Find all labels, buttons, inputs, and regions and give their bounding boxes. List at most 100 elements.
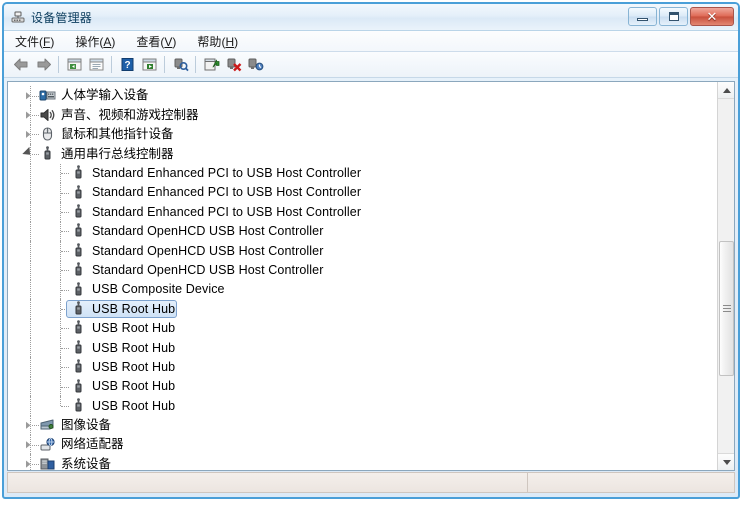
hid-device-icon (39, 88, 56, 104)
tree-guide-line (30, 260, 31, 280)
tree-device-row[interactable]: Standard OpenHCD USB Host Controller (8, 221, 717, 242)
tree-node-label: USB Root Hub (92, 379, 176, 394)
maximize-button[interactable] (659, 7, 688, 26)
tree-expand-toggle[interactable] (22, 439, 34, 451)
tree-row-content: Standard Enhanced PCI to USB Host Contro… (70, 164, 361, 183)
tree-connector (61, 347, 69, 349)
device-manager-window: 设备管理器 ✕ 文件(F) 操作(A) 查看(V) 帮助(H) ? 人体学输入设… (2, 2, 740, 499)
tree-category-row[interactable]: 鼠标和其他指针设备 (8, 124, 717, 145)
vertical-scrollbar[interactable] (717, 82, 734, 470)
tree-row-content: USB Root Hub (70, 338, 175, 357)
tree-connector (61, 212, 69, 214)
tree-expand-toggle[interactable] (22, 458, 34, 470)
tree-row-content: USB Root Hub (70, 377, 175, 396)
back-button[interactable] (10, 54, 32, 75)
tree-row-content: 图像设备 (39, 416, 111, 435)
close-button[interactable]: ✕ (690, 7, 734, 26)
tree-node-label: USB Composite Device (92, 282, 225, 297)
window-title: 设备管理器 (31, 10, 93, 25)
tree-node-label: USB Root Hub (92, 301, 176, 316)
tree-node-label: Standard OpenHCD USB Host Controller (92, 243, 324, 258)
tree-row-content: USB Root Hub (70, 357, 175, 376)
tree-device-row[interactable]: Standard OpenHCD USB Host Controller (8, 260, 717, 280)
tree-node-label: Standard Enhanced PCI to USB Host Contro… (92, 166, 362, 180)
triangle-right-icon (26, 111, 31, 119)
tree-device-row[interactable]: Standard Enhanced PCI to USB Host Contro… (8, 202, 717, 222)
tree-guide-line (30, 376, 31, 397)
disable-device-button[interactable] (222, 54, 244, 75)
tree-expand-toggle[interactable] (22, 128, 34, 140)
help-button[interactable]: ? (116, 54, 138, 75)
tree-node-label: Standard OpenHCD USB Host Controller (92, 262, 324, 277)
scan-hardware-changes-button[interactable] (169, 54, 191, 75)
close-icon: ✕ (706, 9, 718, 24)
triangle-right-icon (26, 421, 31, 429)
uninstall-device-button[interactable] (244, 54, 266, 75)
tree-device-row[interactable]: Standard Enhanced PCI to USB Host Contro… (8, 163, 717, 183)
properties-button[interactable] (85, 54, 107, 75)
tree-device-row[interactable]: USB Composite Device (8, 279, 717, 300)
scroll-down-button[interactable] (718, 453, 734, 470)
tree-guide-line (30, 396, 31, 416)
tree-guide-line (30, 221, 31, 242)
update-driver-button[interactable] (200, 54, 222, 75)
usb-controller-icon (39, 146, 56, 162)
tree-expand-toggle[interactable] (22, 419, 34, 431)
tree-device-row[interactable]: USB Root Hub (8, 338, 717, 358)
tree-device-row[interactable]: Standard OpenHCD USB Host Controller (8, 241, 717, 261)
menu-file[interactable]: 文件(F) (15, 31, 63, 52)
status-bar (7, 472, 735, 493)
tree-expand-toggle[interactable] (22, 109, 34, 121)
scrollbar-thumb[interactable] (719, 241, 734, 376)
tree-collapse-toggle[interactable] (22, 146, 34, 160)
triangle-right-icon (26, 130, 31, 138)
tree-device-row[interactable]: USB Root Hub (8, 396, 717, 416)
tree-device-row[interactable]: USB Root Hub (8, 357, 717, 377)
update-driver-icon (204, 58, 219, 71)
toolbar-separator-1 (58, 56, 59, 73)
tree-category-row[interactable]: 人体学输入设备 (8, 86, 717, 106)
tree-node-label: USB Root Hub (92, 359, 176, 374)
console-button[interactable] (138, 54, 160, 75)
tree-connector (61, 192, 69, 194)
tree-device-row[interactable]: USB Root Hub (8, 318, 717, 339)
tree-category-row[interactable]: 声音、视频和游戏控制器 (8, 105, 717, 125)
tree-category-row[interactable]: 图像设备 (8, 415, 717, 436)
tree-category-row[interactable]: 系统设备 (8, 454, 717, 470)
device-tree[interactable]: 人体学输入设备 声音、视频和游戏控制器 鼠标和其他指针设备 通用串行总线控制器 Stan… (8, 82, 717, 470)
tree-expand-toggle[interactable] (22, 90, 34, 102)
menu-help[interactable]: 帮助(H) (197, 31, 247, 52)
tree-row-content: Standard OpenHCD USB Host Controller (70, 222, 323, 241)
triangle-down-icon (22, 146, 34, 159)
arrow-left-icon (13, 58, 27, 71)
scroll-up-button[interactable] (718, 82, 734, 99)
toolbar-separator-4 (195, 56, 196, 73)
console-play-icon (142, 58, 156, 71)
forward-button[interactable] (32, 54, 54, 75)
tree-row-content: USB Composite Device (70, 280, 225, 299)
usb-device-icon (70, 378, 87, 395)
menu-file-accel: F (43, 34, 51, 49)
tree-row-content: 人体学输入设备 (39, 86, 149, 105)
minimize-button[interactable] (628, 7, 657, 26)
uninstall-device-icon (248, 58, 263, 71)
tree-category-row[interactable]: 网络适配器 (8, 435, 717, 455)
tree-node-label: 图像设备 (61, 418, 112, 433)
tree-category-row[interactable]: 通用串行总线控制器 (8, 144, 717, 164)
menu-action[interactable]: 操作(A) (75, 31, 124, 52)
tree-device-row[interactable]: Standard Enhanced PCI to USB Host Contro… (8, 182, 717, 203)
imaging-device-icon (39, 417, 56, 433)
usb-device-icon (70, 262, 87, 278)
menu-help-label: 帮助 (197, 34, 222, 49)
tree-device-row[interactable]: USB Root Hub (8, 299, 717, 319)
toolbar-separator-3 (164, 56, 165, 73)
menu-view[interactable]: 查看(V) (136, 31, 185, 52)
show-hidden-devices-button[interactable] (63, 54, 85, 75)
device-manager-icon (10, 9, 26, 25)
triangle-right-icon (26, 92, 31, 100)
sound-device-icon (39, 107, 56, 123)
tree-guide-line (60, 396, 61, 406)
disable-device-icon (227, 58, 241, 72)
usb-device-icon (70, 359, 87, 375)
tree-device-row[interactable]: USB Root Hub (8, 376, 717, 397)
